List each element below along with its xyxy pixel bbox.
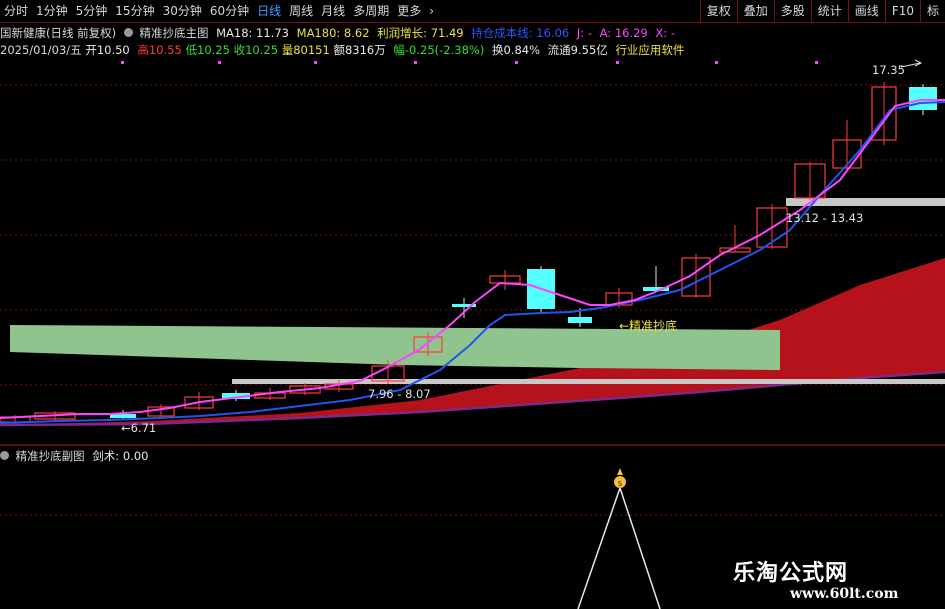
period-tab-3[interactable]: 15分钟 <box>111 0 158 22</box>
a-value: A: 16.29 <box>599 26 648 40</box>
buy-signal-label: ←精准抄底 <box>619 319 678 333</box>
more-arrow-icon[interactable]: › <box>425 0 438 22</box>
watermark-url: www.60lt.com <box>790 586 899 602</box>
watermark-title: 乐淘公式网 <box>733 561 849 586</box>
cost-value: 持仓成本线: 16.06 <box>471 26 570 40</box>
range-label-low: 7.96 - 8.07 <box>368 387 431 401</box>
ma18-value: MA18: 11.73 <box>216 26 289 40</box>
low-price-value: 6.71 <box>130 421 157 435</box>
quote-low: 低10.25 <box>185 43 230 57</box>
period-toolbar: 分时 1分钟 5分钟 15分钟 30分钟 60分钟 日线 周线 月线 多周期 更多 › 复权 叠加 多股 统计… <box>0 0 945 23</box>
toolbar-button-1[interactable]: 叠加 <box>736 0 774 22</box>
quote-amount: 额8316万 <box>333 43 386 57</box>
sub-panel-title[interactable]: 精准抄底副图 <box>16 449 85 463</box>
x-value: X: - <box>655 26 675 40</box>
toolbar-button-5[interactable]: F10 <box>884 0 920 22</box>
quote-turnover: 换0.84% <box>491 43 541 57</box>
indicator-settings-icon[interactable] <box>123 28 133 37</box>
toolbar-button-3[interactable]: 统计 <box>810 0 848 22</box>
period-tab-8[interactable]: 月线 <box>317 0 349 22</box>
sub-panel-header: 精准抄底副图 剑术: 0.00 <box>0 448 148 464</box>
candle-body[interactable] <box>568 317 592 323</box>
main-chart[interactable]: $ <box>0 0 945 609</box>
high-price-label: 17.35 <box>872 63 905 77</box>
quote-change: 幅-0.25(-2.38%) <box>393 43 485 57</box>
quote-date: 2025/01/03/五 <box>0 43 82 57</box>
range-label-high: 13.12 - 13.43 <box>786 211 864 225</box>
sub-signal-icon: $ <box>614 468 626 488</box>
indicator-info-line: 国新健康(日线 前复权) 精准抄底主图 MA18: 11.73 MA180: 8… <box>0 25 679 41</box>
quote-open: 开10.50 <box>85 43 130 57</box>
period-tab-10[interactable]: 更多 <box>393 0 425 22</box>
ma180-value: MA180: 8.62 <box>296 26 370 40</box>
profit-value: 利润增长: 71.49 <box>377 26 464 40</box>
svg-text:$: $ <box>617 479 622 488</box>
signal-dots-top <box>121 61 818 64</box>
period-tab-9[interactable]: 多周期 <box>349 0 393 22</box>
sub-settings-icon[interactable] <box>0 451 9 460</box>
period-tab-5[interactable]: 60分钟 <box>206 0 253 22</box>
period-tab-4[interactable]: 30分钟 <box>159 0 206 22</box>
period-tab-0[interactable]: 分时 <box>0 0 32 22</box>
toolbar-button-2[interactable]: 多股 <box>773 0 811 22</box>
stock-title[interactable]: 国新健康(日线 前复权) <box>0 26 116 40</box>
period-tab-7[interactable]: 周线 <box>285 0 317 22</box>
quote-close: 收10.25 <box>233 43 279 57</box>
toolbar-right-buttons: 复权 叠加 多股 统计 画线 F10 标 <box>699 0 945 22</box>
quote-volume: 量80151 <box>281 43 330 57</box>
sub-indicator-line <box>577 485 661 609</box>
candle-body[interactable] <box>909 87 937 110</box>
quote-float: 流通9.55亿 <box>547 43 608 57</box>
period-tab-1[interactable]: 1分钟 <box>32 0 72 22</box>
quote-info-line: 2025/01/03/五 开10.50 高10.55 低10.25 收10.25… <box>0 42 684 58</box>
sub-panel-value: 剑术: 0.00 <box>92 449 149 463</box>
toolbar-button-6[interactable]: 标 <box>919 0 945 22</box>
indicator-name[interactable]: 精准抄底主图 <box>139 26 208 40</box>
toolbar-button-0[interactable]: 复权 <box>699 0 737 22</box>
period-tab-2[interactable]: 5分钟 <box>72 0 112 22</box>
quote-industry[interactable]: 行业应用软件 <box>615 43 684 57</box>
toolbar-button-4[interactable]: 画线 <box>847 0 885 22</box>
low-price-label: ←6.71 <box>121 421 157 435</box>
j-value: J: - <box>576 26 592 40</box>
quote-high: 高10.55 <box>137 43 182 57</box>
period-tab-6[interactable]: 日线 <box>253 0 285 22</box>
